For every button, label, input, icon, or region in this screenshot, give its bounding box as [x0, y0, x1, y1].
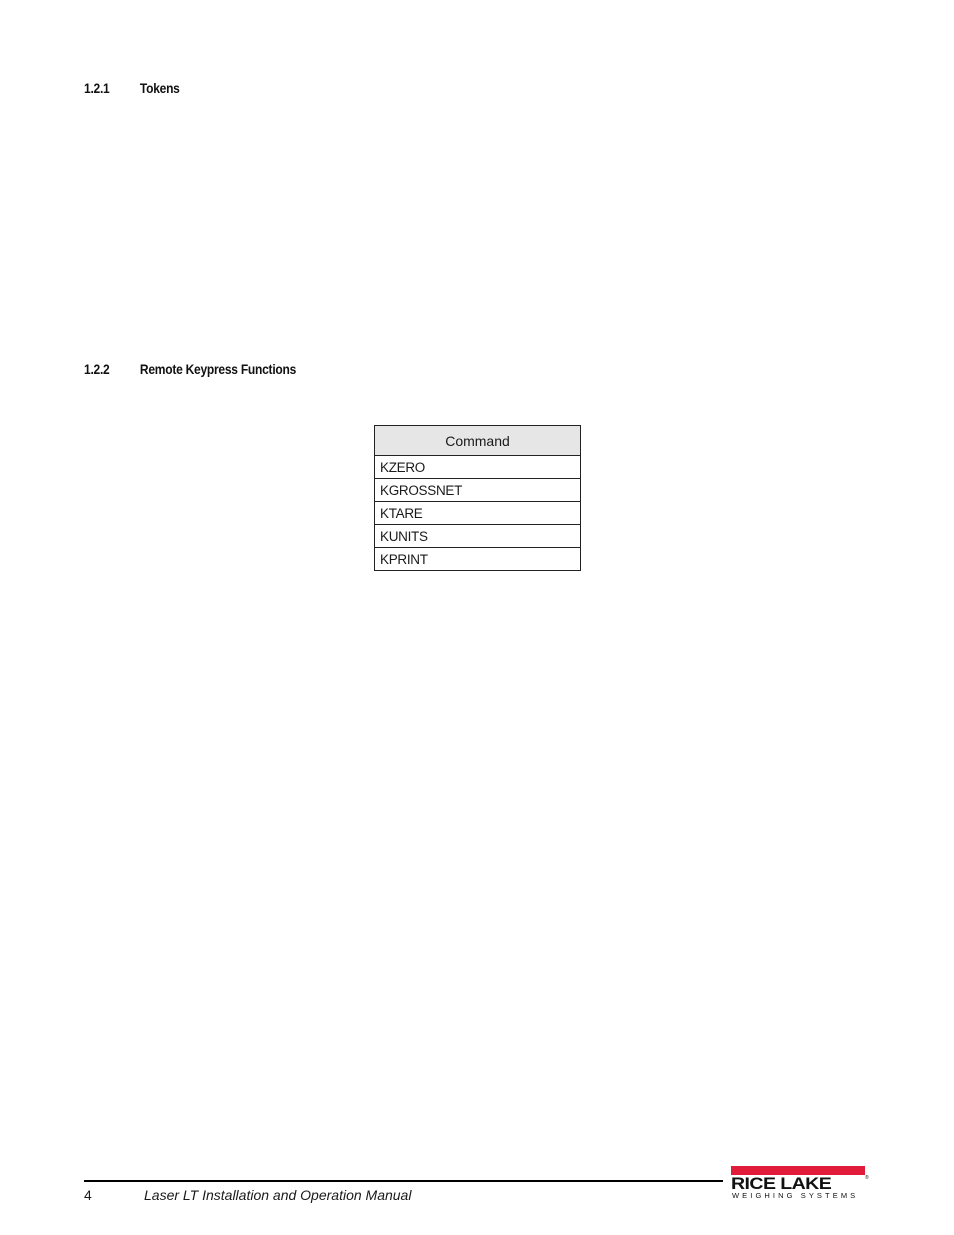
- logo-tagline: WEIGHING SYSTEMS: [732, 1191, 859, 1200]
- table-row: KGROSSNET: [374, 478, 581, 502]
- section-heading-tokens: 1.2.1 Tokens: [84, 80, 180, 96]
- table-header-row: Command: [374, 425, 581, 456]
- table-row: KPRINT: [374, 547, 581, 571]
- column-header-command: Command: [374, 425, 581, 456]
- rice-lake-logo: RICE LAKE ® WEIGHING SYSTEMS: [731, 1166, 869, 1200]
- registered-mark: ®: [865, 1175, 869, 1181]
- section-title: Tokens: [139, 80, 180, 96]
- command-table: Command KZERO KGROSSNET KTARE KUNITS KPR…: [374, 425, 581, 571]
- manual-title: Laser LT Installation and Operation Manu…: [144, 1187, 412, 1203]
- table-row: KTARE: [374, 501, 581, 525]
- page-number: 4: [84, 1187, 92, 1203]
- section-title: Remote Keypress Functions: [139, 361, 297, 377]
- section-number: 1.2.2: [84, 361, 110, 377]
- command-cell: KZERO: [374, 455, 581, 479]
- section-heading-remote-keypress: 1.2.2 Remote Keypress Functions: [84, 361, 296, 377]
- table-row: KUNITS: [374, 524, 581, 548]
- section-number: 1.2.1: [84, 80, 110, 96]
- command-cell: KPRINT: [374, 547, 581, 571]
- command-cell: KUNITS: [374, 524, 581, 548]
- command-cell: KGROSSNET: [374, 478, 581, 502]
- table-row: KZERO: [374, 455, 581, 479]
- footer-divider: [84, 1180, 723, 1182]
- command-cell: KTARE: [374, 501, 581, 525]
